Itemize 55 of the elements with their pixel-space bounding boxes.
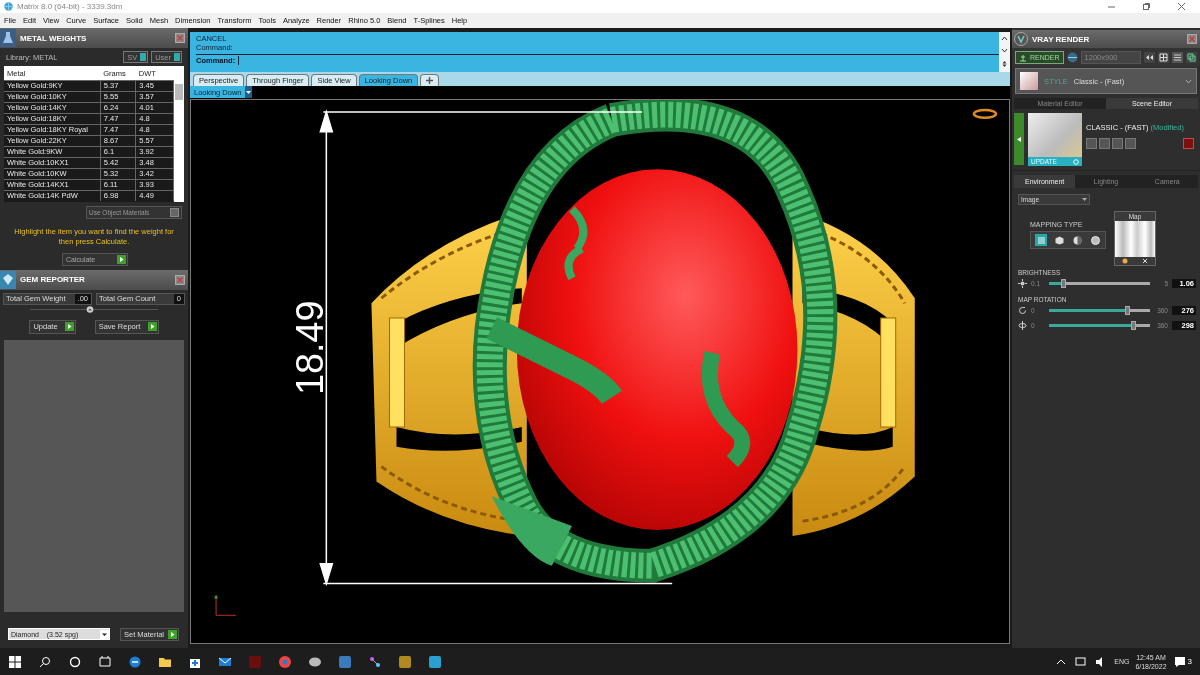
caret-icon bbox=[1082, 198, 1087, 201]
panel-title: GEM REPORTER bbox=[20, 275, 86, 284]
panel-title: METAL WEIGHTS bbox=[20, 33, 88, 43]
sphere-icon[interactable] bbox=[1072, 235, 1082, 245]
task-view-icon[interactable] bbox=[98, 654, 112, 669]
flask-icon bbox=[0, 29, 16, 47]
play-icon bbox=[117, 254, 126, 264]
splitter-handle-icon[interactable] bbox=[86, 305, 94, 313]
molecule-icon[interactable] bbox=[368, 654, 382, 669]
ellipse-icon bbox=[972, 108, 998, 120]
scrollbar[interactable] bbox=[174, 66, 184, 202]
panel-title: VRAY RENDER bbox=[1032, 34, 1091, 44]
color-icon[interactable] bbox=[1122, 258, 1128, 264]
scroll-down-icon[interactable] bbox=[1001, 48, 1008, 53]
vray-logo-icon bbox=[1014, 32, 1028, 46]
caret-icon bbox=[244, 86, 252, 98]
slider-thumb[interactable] bbox=[1061, 279, 1067, 288]
play-icon bbox=[168, 629, 178, 639]
maximize-icon[interactable] bbox=[1142, 2, 1151, 11]
dimension-label: 18.49 bbox=[289, 300, 332, 395]
style-thumbnail bbox=[1020, 72, 1038, 90]
axis-icon bbox=[214, 594, 237, 616]
close-icon[interactable] bbox=[1177, 2, 1186, 11]
caret-icon bbox=[1185, 78, 1192, 84]
list-icon[interactable] bbox=[1172, 52, 1183, 63]
map-image bbox=[1115, 221, 1155, 257]
dome-icon[interactable] bbox=[1090, 235, 1100, 245]
circle-icon[interactable] bbox=[68, 654, 82, 669]
viewport[interactable]: 18.49 bbox=[190, 99, 1010, 644]
tilt-icon bbox=[1018, 321, 1027, 330]
caret-left-icon bbox=[1017, 136, 1021, 142]
network-icon[interactable] bbox=[1074, 654, 1089, 669]
refresh-icon bbox=[1073, 158, 1079, 165]
scroll-up-icon[interactable] bbox=[1001, 35, 1008, 41]
search-icon[interactable] bbox=[38, 654, 52, 669]
window-title: Matrix 8.0 (64-bit) - 3339.3dm bbox=[17, 2, 124, 11]
rewind-icon[interactable] bbox=[1144, 52, 1155, 63]
spin-icon[interactable] bbox=[1001, 60, 1008, 69]
caret-icon bbox=[100, 629, 109, 639]
notification-icon[interactable] bbox=[1172, 654, 1187, 669]
windows-logo-icon[interactable] bbox=[8, 654, 22, 669]
add-tab-button[interactable] bbox=[420, 74, 440, 86]
play-icon bbox=[147, 322, 157, 331]
notification-count: 3 bbox=[1187, 657, 1192, 666]
app-icon[interactable] bbox=[428, 654, 442, 669]
grid-icon[interactable] bbox=[1158, 52, 1169, 63]
gem-icon bbox=[0, 270, 16, 289]
preset-thumbnail bbox=[1028, 113, 1082, 157]
play-icon bbox=[64, 322, 74, 331]
rotate-icon bbox=[1018, 306, 1027, 315]
app-icon[interactable] bbox=[398, 654, 412, 669]
cube-icon[interactable] bbox=[1054, 235, 1064, 245]
plus-icon bbox=[426, 77, 434, 84]
metal-table[interactable] bbox=[4, 66, 184, 202]
sun-icon bbox=[1018, 279, 1027, 288]
